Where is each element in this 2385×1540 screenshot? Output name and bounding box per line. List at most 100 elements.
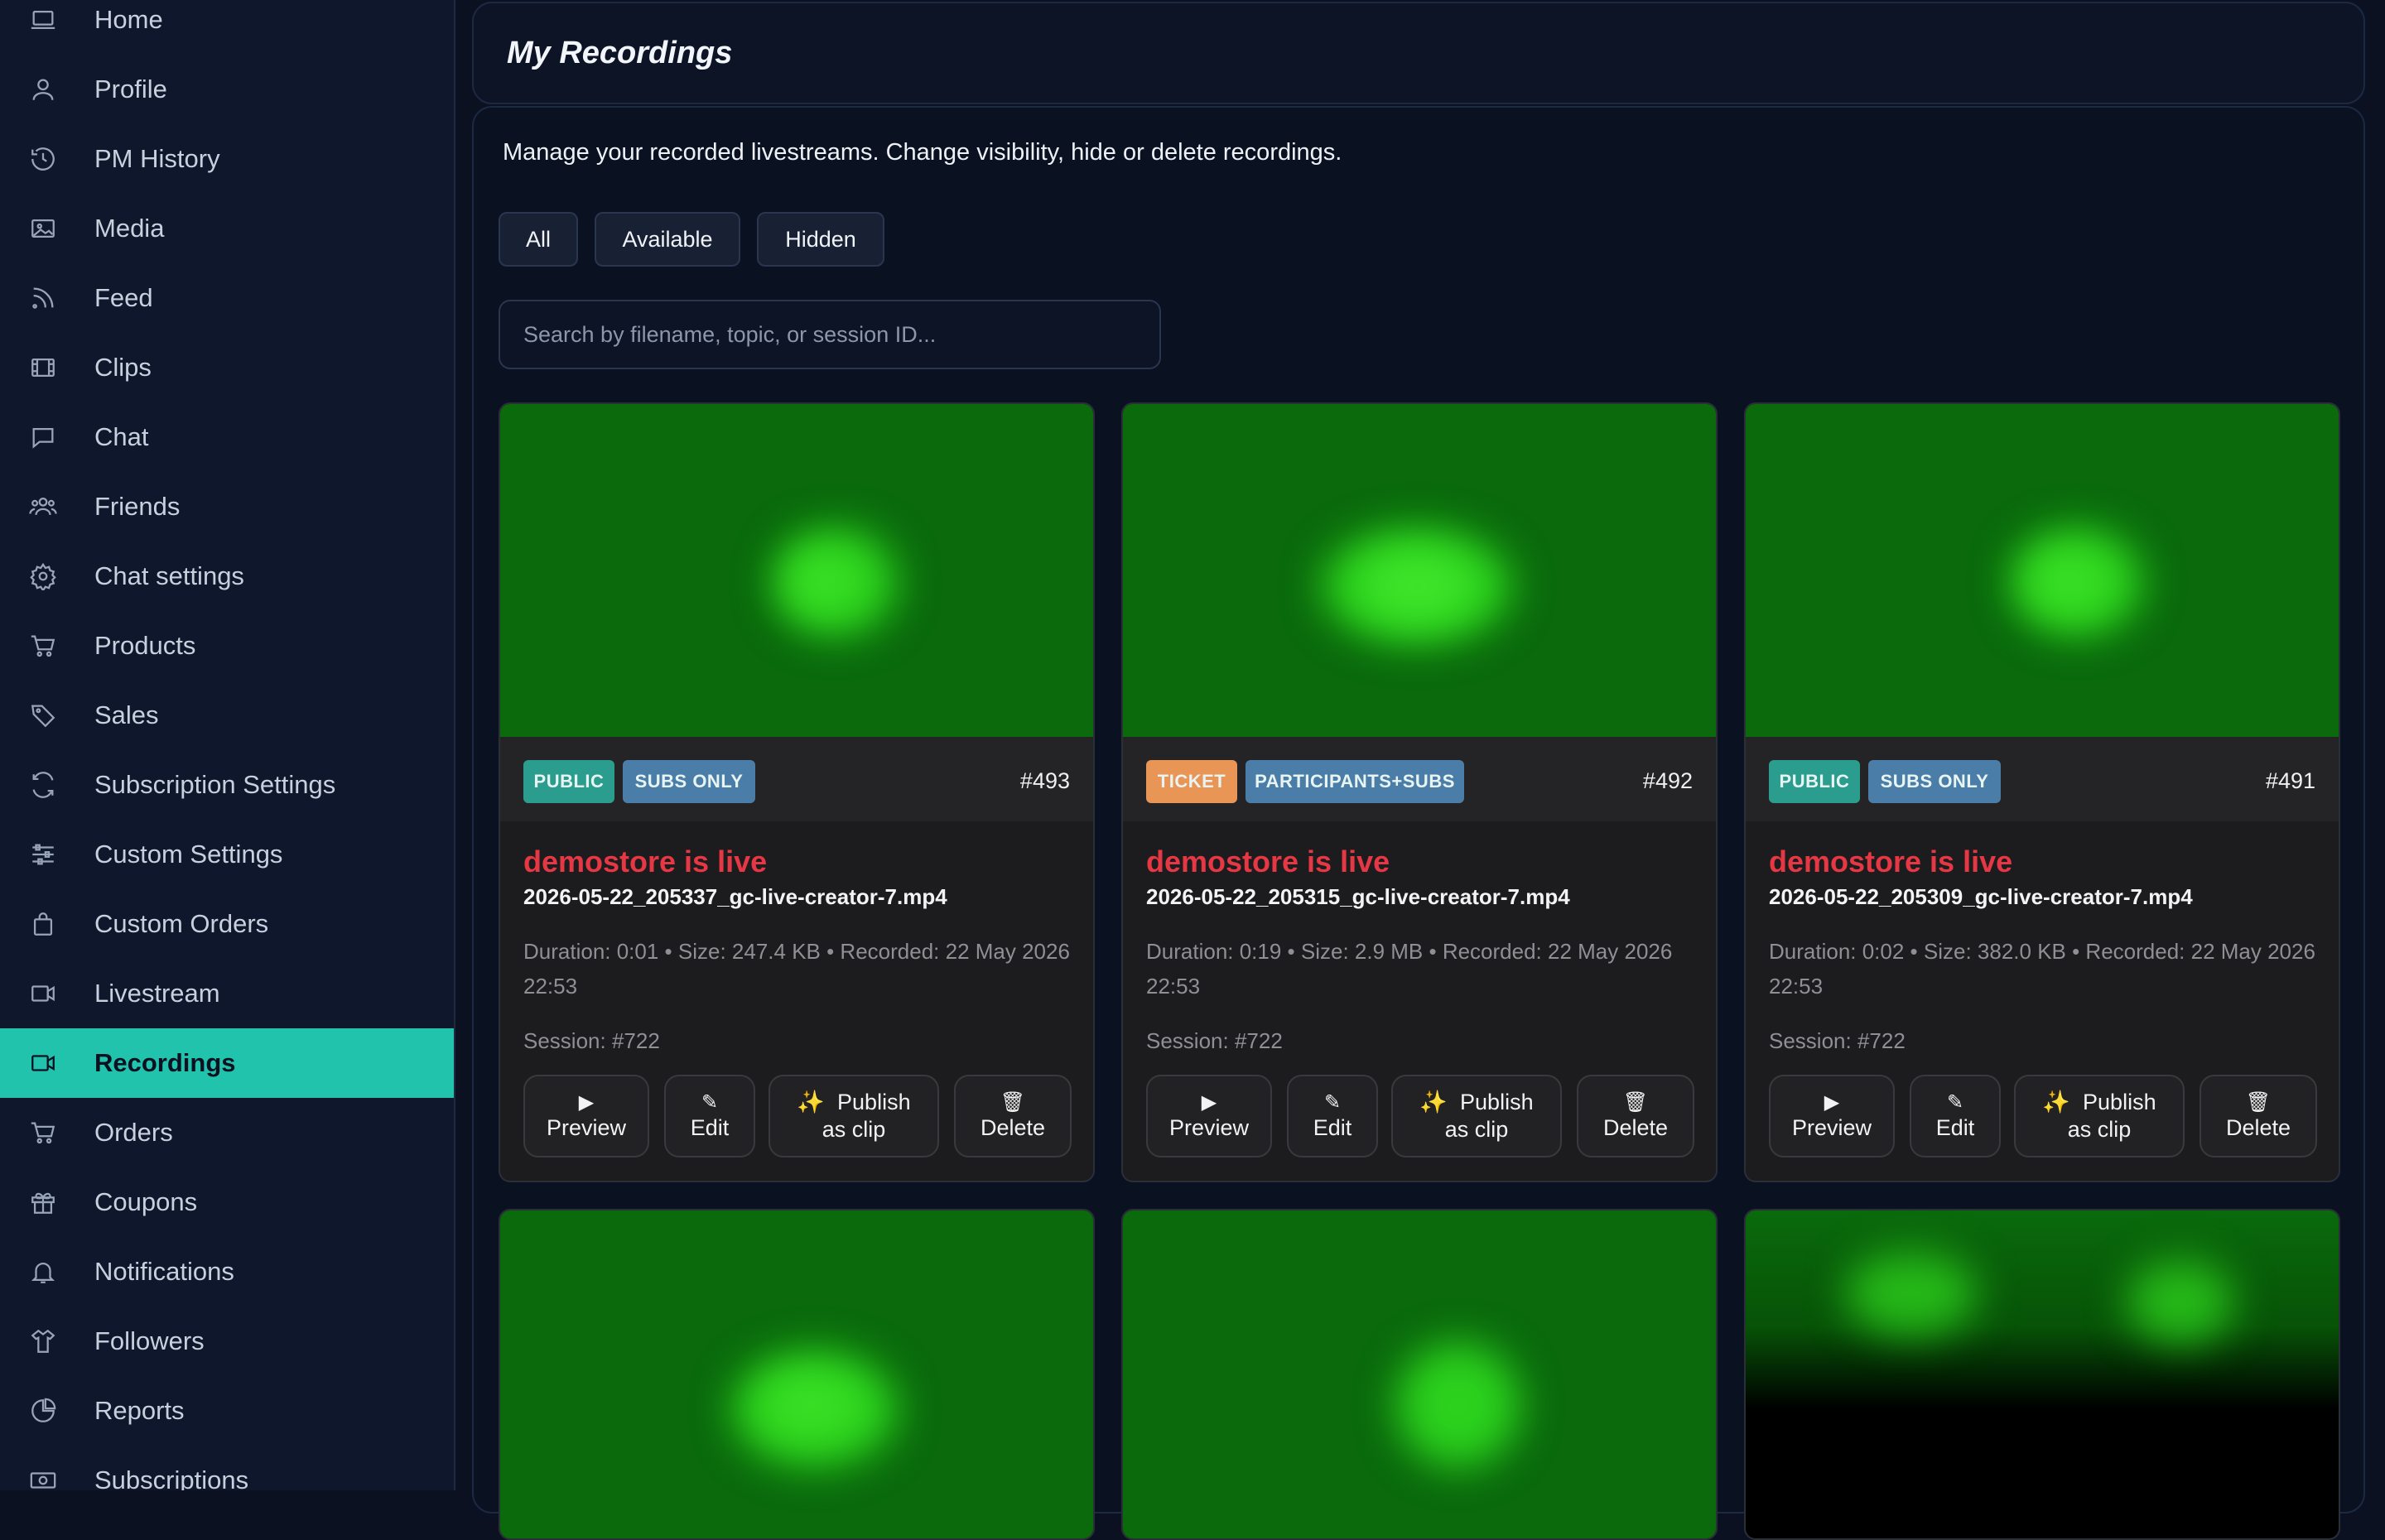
sidebar-item-subscription-settings[interactable]: Subscription Settings xyxy=(0,750,454,820)
film-icon xyxy=(28,353,58,383)
recording-thumbnail[interactable] xyxy=(500,404,1093,737)
recording-id: #492 xyxy=(1642,768,1693,793)
sidebar-item-label: Recordings xyxy=(94,1048,236,1077)
sidebar-item-feed[interactable]: Feed xyxy=(0,263,454,333)
sparkles-icon: ✨ xyxy=(797,1090,826,1114)
sidebar-item-label: Coupons xyxy=(94,1187,198,1216)
search-input[interactable] xyxy=(499,300,1161,369)
sidebar-item-home[interactable]: Home xyxy=(0,0,454,55)
visibility-badge: PUBLIC xyxy=(523,760,614,803)
recording-filename: 2026-05-22_205337_gc-live-creator-7.mp4 xyxy=(523,884,947,909)
cash-icon xyxy=(28,1465,58,1490)
page-description: Manage your recorded livestreams. Change… xyxy=(503,139,1342,166)
edit-button[interactable]: ✎ Edit xyxy=(1287,1075,1378,1157)
sidebar-item-label: Friends xyxy=(94,492,181,521)
sidebar-item-coupons[interactable]: Coupons xyxy=(0,1167,454,1237)
gift-icon xyxy=(28,1187,58,1217)
publish-label-2: as clip xyxy=(2067,1117,2132,1142)
sidebar-item-label: Livestream xyxy=(94,979,220,1008)
sidebar-item-label: PM History xyxy=(94,144,220,173)
sidebar-item-label: Sales xyxy=(94,700,159,729)
sidebar: Home Profile PM History Media Feed Clips… xyxy=(0,0,455,1490)
recording-thumbnail[interactable] xyxy=(1123,404,1716,737)
publish-label-2: as clip xyxy=(822,1117,886,1142)
sidebar-item-pm-history[interactable]: PM History xyxy=(0,124,454,194)
sidebar-item-chat-settings[interactable]: Chat settings xyxy=(0,541,454,611)
sidebar-item-subscriptions[interactable]: Subscriptions xyxy=(0,1446,454,1490)
publish-clip-button[interactable]: ✨ Publish as clip xyxy=(1391,1075,1562,1157)
sidebar-item-orders[interactable]: Orders xyxy=(0,1098,454,1167)
recording-card xyxy=(1744,1209,2340,1540)
delete-label: Delete xyxy=(980,1114,1046,1140)
sidebar-item-profile[interactable]: Profile xyxy=(0,55,454,124)
delete-button[interactable]: 🗑 Delete xyxy=(954,1075,1072,1157)
recording-thumbnail[interactable] xyxy=(1746,1210,2339,1538)
sidebar-item-label: Home xyxy=(94,5,163,34)
visibility-badge: TICKET xyxy=(1146,760,1237,803)
sidebar-item-sales[interactable]: Sales xyxy=(0,681,454,750)
sidebar-item-recordings[interactable]: Recordings xyxy=(0,1028,454,1098)
publish-label: Publish xyxy=(1460,1090,1534,1114)
publish-label: Publish xyxy=(837,1090,911,1114)
play-icon: ▶ xyxy=(1824,1090,1840,1114)
sidebar-item-notifications[interactable]: Notifications xyxy=(0,1237,454,1307)
bell-icon xyxy=(28,1257,58,1287)
chat-icon xyxy=(28,422,58,452)
trash-icon: 🗑 xyxy=(1000,1090,1026,1114)
edit-label: Edit xyxy=(1935,1114,1975,1140)
trash-icon: 🗑 xyxy=(1622,1090,1649,1114)
audience-badge: SUBS ONLY xyxy=(1868,760,2001,803)
publish-clip-button[interactable]: ✨ Publish as clip xyxy=(768,1075,939,1157)
sidebar-item-products[interactable]: Products xyxy=(0,611,454,681)
recording-meta: Duration: 0:01 • Size: 247.4 KB • Record… xyxy=(523,939,1070,999)
delete-button[interactable]: 🗑 Delete xyxy=(2200,1075,2317,1157)
preview-label: Preview xyxy=(1791,1114,1872,1140)
sidebar-item-label: Subscription Settings xyxy=(94,770,336,799)
sidebar-item-livestream[interactable]: Livestream xyxy=(0,959,454,1028)
sidebar-item-custom-orders[interactable]: Custom Orders xyxy=(0,889,454,959)
pie-chart-icon xyxy=(28,1396,58,1426)
bag-icon xyxy=(28,909,58,939)
recording-card: PUBLIC SUBS ONLY #493 demostore is live … xyxy=(499,402,1095,1182)
trash-icon: 🗑 xyxy=(2245,1090,2272,1114)
preview-button[interactable]: ▶ Preview xyxy=(1769,1075,1895,1157)
delete-label: Delete xyxy=(2225,1114,2291,1140)
badge-row: PUBLIC SUBS ONLY #493 xyxy=(500,737,1093,821)
publish-clip-button[interactable]: ✨ Publish as clip xyxy=(2014,1075,2185,1157)
sidebar-item-friends[interactable]: Friends xyxy=(0,472,454,541)
recording-title: demostore is live xyxy=(523,845,768,878)
edit-button[interactable]: ✎ Edit xyxy=(664,1075,755,1157)
sparkles-icon: ✨ xyxy=(1419,1090,1448,1114)
badge-row: PUBLIC SUBS ONLY #491 xyxy=(1746,737,2339,821)
recording-thumbnail[interactable] xyxy=(500,1210,1093,1538)
recording-meta: Duration: 0:19 • Size: 2.9 MB • Recorded… xyxy=(1146,939,1673,999)
edit-label: Edit xyxy=(690,1114,730,1140)
edit-button[interactable]: ✎ Edit xyxy=(1910,1075,2001,1157)
sidebar-item-label: Reports xyxy=(94,1396,185,1425)
play-icon: ▶ xyxy=(1201,1090,1217,1114)
sidebar-item-chat[interactable]: Chat xyxy=(0,402,454,472)
sidebar-item-custom-settings[interactable]: Custom Settings xyxy=(0,820,454,889)
publish-label: Publish xyxy=(2083,1090,2156,1114)
delete-button[interactable]: 🗑 Delete xyxy=(1577,1075,1694,1157)
sidebar-item-label: Media xyxy=(94,214,165,243)
filter-available-button[interactable]: Available xyxy=(595,212,740,267)
sidebar-item-label: Custom Orders xyxy=(94,909,269,938)
sidebar-item-followers[interactable]: Followers xyxy=(0,1307,454,1376)
preview-button[interactable]: ▶ Preview xyxy=(523,1075,649,1157)
sidebar-item-label: Chat xyxy=(94,422,149,451)
cart-icon xyxy=(28,631,58,661)
filter-all-button[interactable]: All xyxy=(499,212,578,267)
recording-card xyxy=(499,1209,1095,1540)
publish-line-1: ✨ Publish xyxy=(1419,1089,1533,1116)
preview-button[interactable]: ▶ Preview xyxy=(1146,1075,1272,1157)
sidebar-item-clips[interactable]: Clips xyxy=(0,333,454,402)
recording-thumbnail[interactable] xyxy=(1746,404,2339,737)
sidebar-item-media[interactable]: Media xyxy=(0,194,454,263)
sidebar-item-reports[interactable]: Reports xyxy=(0,1376,454,1446)
filter-hidden-button[interactable]: Hidden xyxy=(757,212,884,267)
pencil-icon: ✎ xyxy=(1946,1090,1964,1114)
recording-meta: Duration: 0:02 • Size: 382.0 KB • Record… xyxy=(1769,939,2315,999)
sidebar-item-label: Orders xyxy=(94,1118,173,1147)
recording-thumbnail[interactable] xyxy=(1123,1210,1716,1538)
